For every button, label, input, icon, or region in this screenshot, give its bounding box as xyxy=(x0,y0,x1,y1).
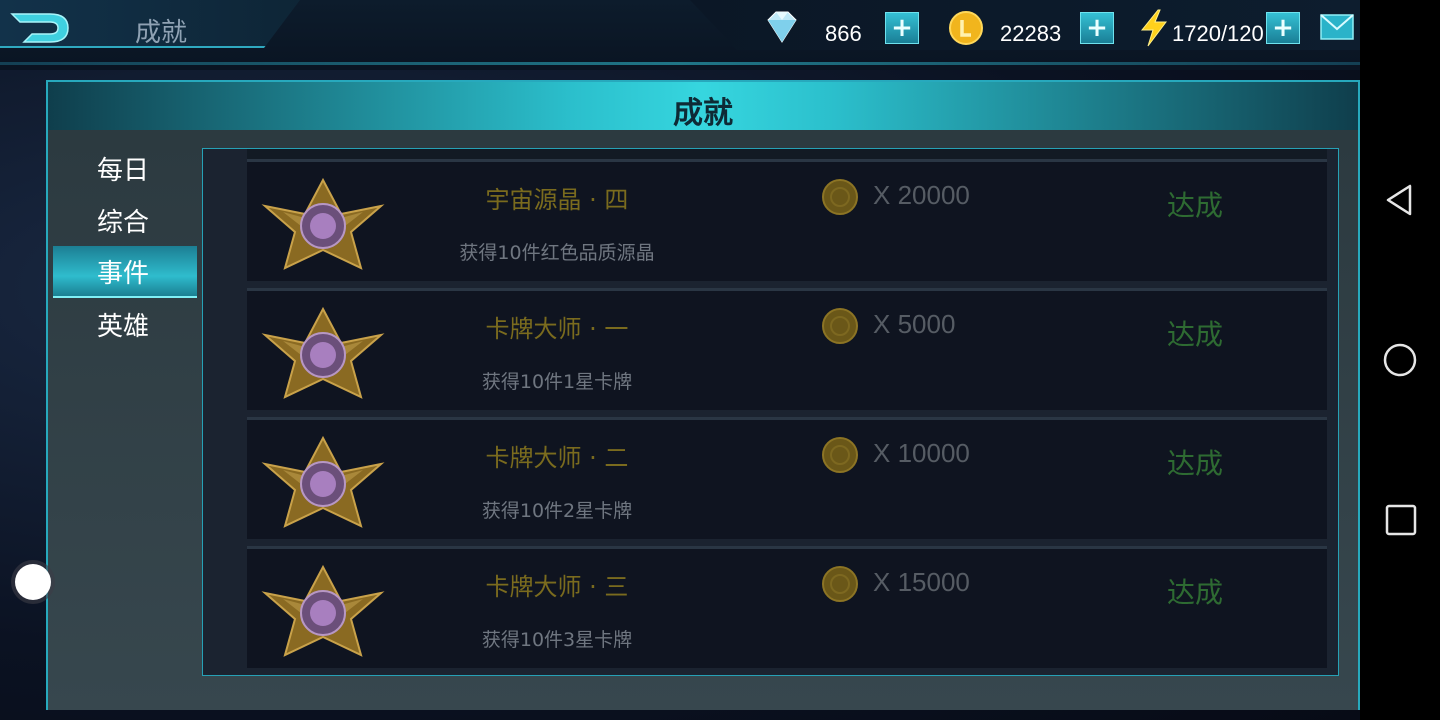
tab-general[interactable]: 综合 xyxy=(53,194,197,246)
gem-count: 866 xyxy=(825,21,862,46)
achievement-row: 卡牌大师 · 一 获得10件1星卡牌 X 5000 达成 xyxy=(247,288,1327,410)
reward-amount: X 15000 xyxy=(873,567,970,597)
achievement-row: 卡牌大师 · 三 获得10件3星卡牌 X 15000 达成 xyxy=(247,546,1327,668)
achievement-title: 宇宙源晶 · 四 xyxy=(485,186,629,214)
gold-coin-icon xyxy=(821,436,859,474)
tab-events[interactable]: 事件 xyxy=(53,246,197,298)
add-energy-button[interactable]: + xyxy=(1266,12,1300,44)
square-recent-icon xyxy=(1385,504,1417,536)
star-medal-icon xyxy=(261,176,385,272)
achievement-row: 宇宙源晶 · 四 获得10件红色品质源晶 X 20000 达成 xyxy=(247,159,1327,281)
reward-amount: X 20000 xyxy=(873,180,970,210)
achievement-description: 获得10件1星卡牌 xyxy=(481,371,633,393)
nav-home-button[interactable] xyxy=(1380,340,1420,380)
gold-coin-icon xyxy=(948,10,984,50)
system-nav-bar xyxy=(1360,0,1440,720)
achievement-description: 获得10件2星卡牌 xyxy=(481,500,633,522)
list-top-strip xyxy=(247,149,1327,159)
back-arrow-icon xyxy=(10,13,69,43)
page-title: 成就 xyxy=(135,18,188,48)
mail-icon[interactable] xyxy=(1320,14,1354,44)
gold-coin-icon xyxy=(821,307,859,345)
achievement-row: 卡牌大师 · 二 获得10件2星卡牌 X 10000 达成 xyxy=(247,417,1327,539)
achievement-title: 卡牌大师 · 一 xyxy=(485,315,629,343)
category-tabs: 每日 综合 事件 英雄 xyxy=(53,142,197,350)
energy-count: 1720/120 xyxy=(1172,21,1264,46)
reward-amount: X 5000 xyxy=(873,309,956,339)
achievement-title: 卡牌大师 · 三 xyxy=(485,573,629,601)
circle-home-icon xyxy=(1383,343,1417,377)
nav-recent-button[interactable] xyxy=(1380,500,1420,540)
tab-daily[interactable]: 每日 xyxy=(53,142,197,194)
top-bar: 成就 866 + 22283 + 1720/120 + xyxy=(0,0,1360,70)
add-gold-button[interactable]: + xyxy=(1080,12,1114,44)
achievement-title: 卡牌大师 · 二 xyxy=(485,444,629,472)
lightning-icon xyxy=(1138,8,1170,52)
achieved-status[interactable]: 达成 xyxy=(1167,313,1223,353)
tab-heroes[interactable]: 英雄 xyxy=(53,298,197,350)
star-medal-icon xyxy=(261,563,385,659)
gold-count: 22283 xyxy=(1000,21,1062,46)
game-screen: 成就 866 + 22283 + 1720/120 + 成就 每日 综合 事件 … xyxy=(0,0,1360,720)
triangle-back-icon xyxy=(1386,184,1412,216)
top-bar-edge xyxy=(0,62,1360,65)
back-button[interactable] xyxy=(10,10,72,46)
floating-assist-ball[interactable] xyxy=(15,564,51,600)
reward-amount: X 10000 xyxy=(873,438,970,468)
achievement-list[interactable]: 宇宙源晶 · 四 获得10件红色品质源晶 X 20000 达成 卡牌大师 · 一… xyxy=(202,148,1339,676)
panel-title: 成就 xyxy=(673,96,733,131)
add-gems-button[interactable]: + xyxy=(885,12,919,44)
achieved-status[interactable]: 达成 xyxy=(1167,442,1223,482)
achieved-status[interactable]: 达成 xyxy=(1167,571,1223,611)
star-medal-icon xyxy=(261,305,385,401)
achievement-description: 获得10件红色品质源晶 xyxy=(459,242,655,264)
gold-coin-icon xyxy=(821,565,859,603)
nav-back-button[interactable] xyxy=(1380,180,1420,220)
achieved-status[interactable]: 达成 xyxy=(1167,184,1223,224)
achievement-panel: 成就 每日 综合 事件 英雄 宇宙源晶 · 四 获得10件红色品质源晶 X 20… xyxy=(46,80,1360,710)
achievement-description: 获得10件3星卡牌 xyxy=(481,629,633,651)
diamond-icon xyxy=(764,10,800,48)
gold-coin-icon xyxy=(821,178,859,216)
star-medal-icon xyxy=(261,434,385,530)
